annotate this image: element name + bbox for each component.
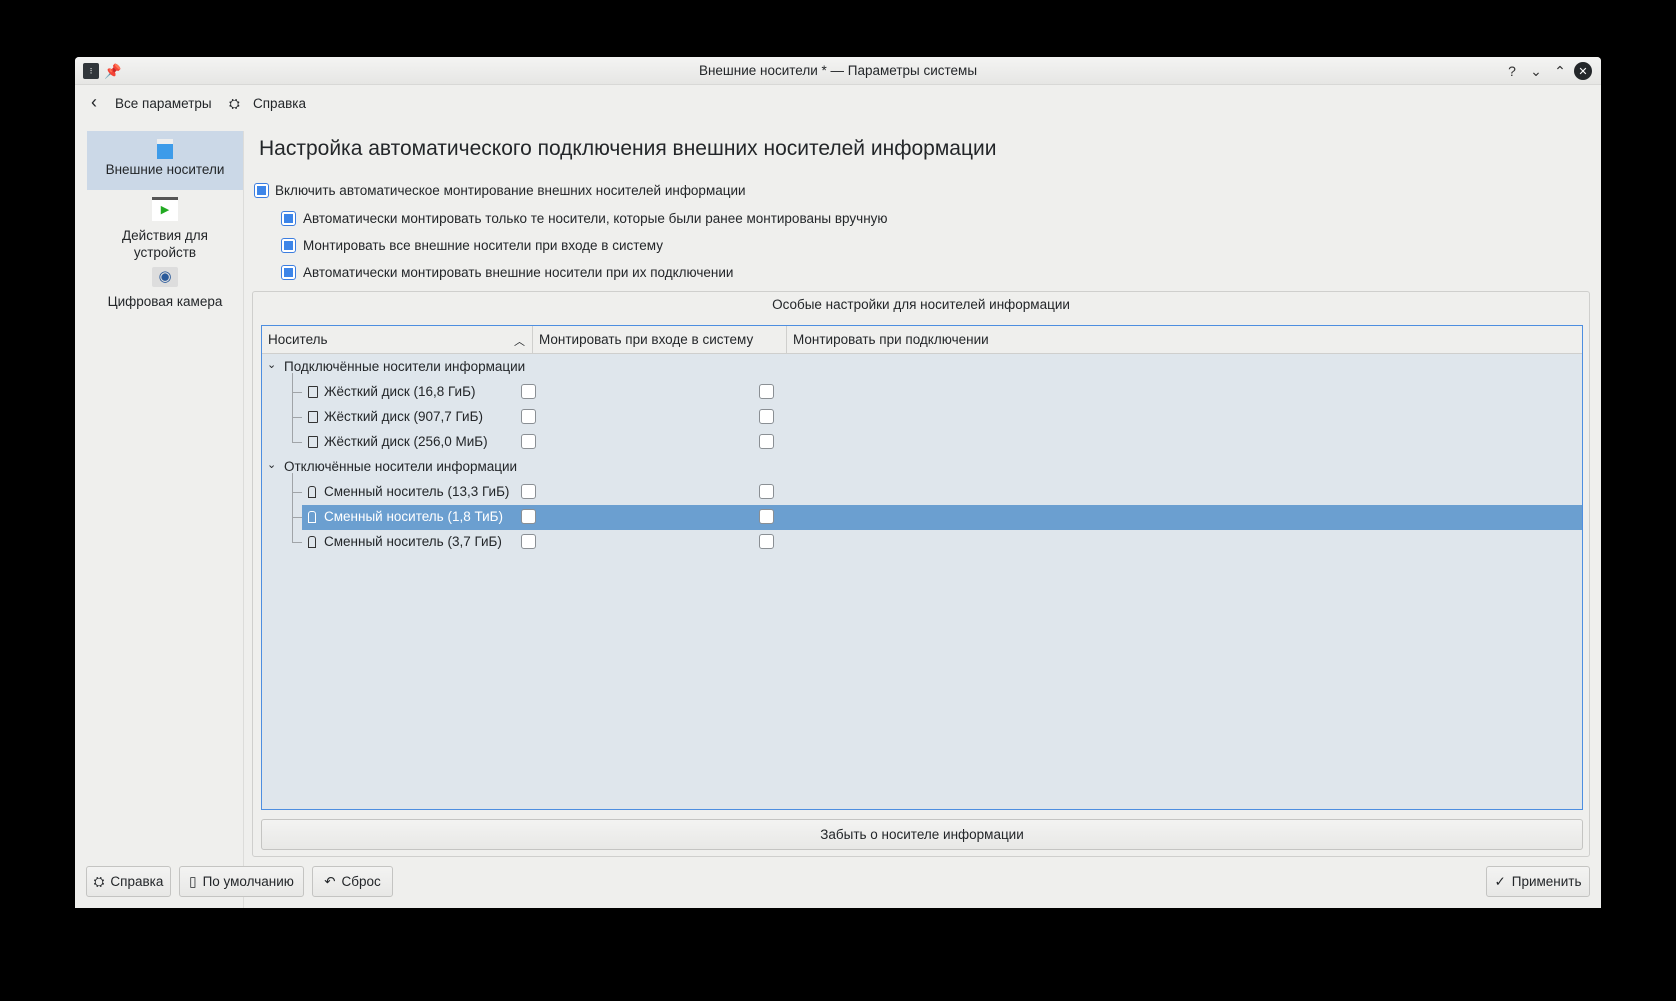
mount-at-login-device-checkbox[interactable]	[521, 509, 536, 524]
hard-disk-icon	[308, 436, 318, 448]
group-title: Особые настройки для носителей информаци…	[772, 297, 1070, 312]
usb-drive-icon	[308, 536, 316, 548]
usb-drive-icon	[308, 486, 316, 498]
column-header-login[interactable]: Монтировать при входе в систему	[539, 332, 753, 347]
group-label: Отключённые носители информации	[284, 459, 518, 474]
hard-disk-icon	[308, 411, 318, 423]
footer-help-button[interactable]: ⛭ Справка	[86, 866, 171, 897]
sidebar-item-device-actions[interactable]: ▶ Действия для устройств	[87, 191, 243, 260]
group-label: Подключённые носители информации	[284, 359, 526, 374]
forget-device-button[interactable]: Забыть о носителе информации	[261, 819, 1583, 850]
device-label: Сменный носитель (3,7 ГиБ)	[324, 534, 502, 549]
help-button[interactable]: Справка	[253, 96, 306, 111]
enable-automount-checkbox[interactable]	[254, 183, 269, 198]
mount-on-attach-device-checkbox[interactable]	[759, 434, 774, 449]
table-row[interactable]: Сменный носитель (13,3 ГиБ)	[262, 480, 1582, 505]
checkmark-icon: ✓	[1494, 873, 1506, 889]
settings-window: ⁝ 📌 Внешние носители * — Параметры систе…	[75, 57, 1601, 908]
defaults-icon: ▯	[189, 873, 197, 889]
page-title: Настройка автоматического подключения вн…	[259, 137, 997, 160]
play-icon: ▶	[152, 197, 178, 221]
mount-on-attach-device-checkbox[interactable]	[759, 484, 774, 499]
option-label: Включить автоматическое монтирование вне…	[275, 183, 746, 198]
device-label: Жёсткий диск (907,7 ГиБ)	[324, 409, 483, 424]
camera-icon: ◉	[152, 267, 178, 287]
button-label: Сброс	[341, 874, 381, 889]
option-label: Монтировать все внешние носители при вхо…	[303, 238, 663, 253]
sidebar-item-label: Внешние носители	[105, 162, 225, 177]
device-settings-group: Особые настройки для носителей информаци…	[252, 291, 1590, 857]
table-row[interactable]: Сменный носитель (3,7 ГиБ)	[262, 530, 1582, 555]
reset-button[interactable]: ↶ Сброс	[312, 866, 393, 897]
close-icon[interactable]: ✕	[1574, 62, 1592, 80]
mount-at-login-device-checkbox[interactable]	[521, 484, 536, 499]
title-bar: ⁝ 📌 Внешние носители * — Параметры систе…	[75, 57, 1601, 85]
device-label: Сменный носитель (1,8 ТиБ)	[324, 509, 504, 524]
hard-disk-icon	[308, 386, 318, 398]
window-title: Внешние носители * — Параметры системы	[698, 63, 978, 78]
help-lifebuoy-icon: ⛭	[93, 873, 105, 889]
tree-group-row[interactable]: ⌄ Подключённые носители информации	[262, 355, 1582, 380]
option-label: Автоматически монтировать только те носи…	[303, 211, 888, 226]
sidebar-item-removable-devices[interactable]: Внешние носители	[87, 131, 243, 190]
mount-on-attach-checkbox[interactable]	[281, 265, 296, 280]
mount-at-login-checkbox[interactable]	[281, 238, 296, 253]
sidebar-item-label: Цифровая камера	[107, 294, 223, 309]
device-label: Жёсткий диск (16,8 ГиБ)	[324, 384, 476, 399]
back-icon[interactable]: ‹	[91, 92, 97, 113]
mount-at-login-device-checkbox[interactable]	[521, 409, 536, 424]
undo-icon: ↶	[324, 873, 336, 889]
button-label: Применить	[1511, 874, 1582, 889]
all-settings-button[interactable]: Все параметры	[115, 96, 212, 111]
table-row[interactable]: Жёсткий диск (16,8 ГиБ)	[262, 380, 1582, 405]
tree-header: Носитель ︿ Монтировать при входе в систе…	[262, 326, 1582, 354]
mount-on-attach-device-checkbox[interactable]	[759, 509, 774, 524]
defaults-button[interactable]: ▯ По умолчанию	[179, 866, 304, 897]
apply-button[interactable]: ✓ Применить	[1486, 866, 1590, 897]
mount-on-attach-device-checkbox[interactable]	[759, 384, 774, 399]
table-row[interactable]: Сменный носитель (1,8 ТиБ)	[262, 505, 1582, 530]
mount-at-login-device-checkbox[interactable]	[521, 384, 536, 399]
tree-group-row[interactable]: ⌄ Отключённые носители информации	[262, 455, 1582, 480]
chevron-down-icon[interactable]: ⌄	[267, 458, 276, 471]
maximize-icon[interactable]: ⌃	[1552, 63, 1568, 79]
column-header-attach[interactable]: Монтировать при подключении	[793, 332, 989, 347]
usb-drive-icon	[308, 511, 316, 523]
column-header-device[interactable]: Носитель	[268, 332, 328, 347]
button-label: Справка	[110, 874, 164, 889]
device-tree[interactable]: Носитель ︿ Монтировать при входе в систе…	[261, 325, 1583, 810]
help-icon[interactable]: ?	[1504, 63, 1520, 79]
sidebar-item-label: Действия для устройств	[122, 228, 208, 260]
mount-at-login-device-checkbox[interactable]	[521, 434, 536, 449]
mount-on-attach-device-checkbox[interactable]	[759, 409, 774, 424]
sidebar: Внешние носители ▶ Действия для устройст…	[87, 131, 244, 908]
device-label: Жёсткий диск (256,0 МиБ)	[324, 434, 488, 449]
help-lifebuoy-icon: ⛭	[229, 96, 240, 111]
chevron-down-icon[interactable]: ⌄	[267, 358, 276, 371]
usb-icon	[157, 139, 173, 159]
mount-on-attach-device-checkbox[interactable]	[759, 534, 774, 549]
option-label: Автоматически монтировать внешние носите…	[303, 265, 734, 280]
sidebar-item-camera[interactable]: ◉ Цифровая камера	[87, 267, 243, 323]
only-manual-checkbox[interactable]	[281, 211, 296, 226]
table-row[interactable]: Жёсткий диск (907,7 ГиБ)	[262, 405, 1582, 430]
button-label: По умолчанию	[202, 874, 294, 889]
device-label: Сменный носитель (13,3 ГиБ)	[324, 484, 510, 499]
minimize-icon[interactable]: ⌄	[1528, 63, 1544, 79]
sort-ascending-icon: ︿	[514, 336, 525, 348]
mount-at-login-device-checkbox[interactable]	[521, 534, 536, 549]
table-row[interactable]: Жёсткий диск (256,0 МиБ)	[262, 430, 1582, 455]
